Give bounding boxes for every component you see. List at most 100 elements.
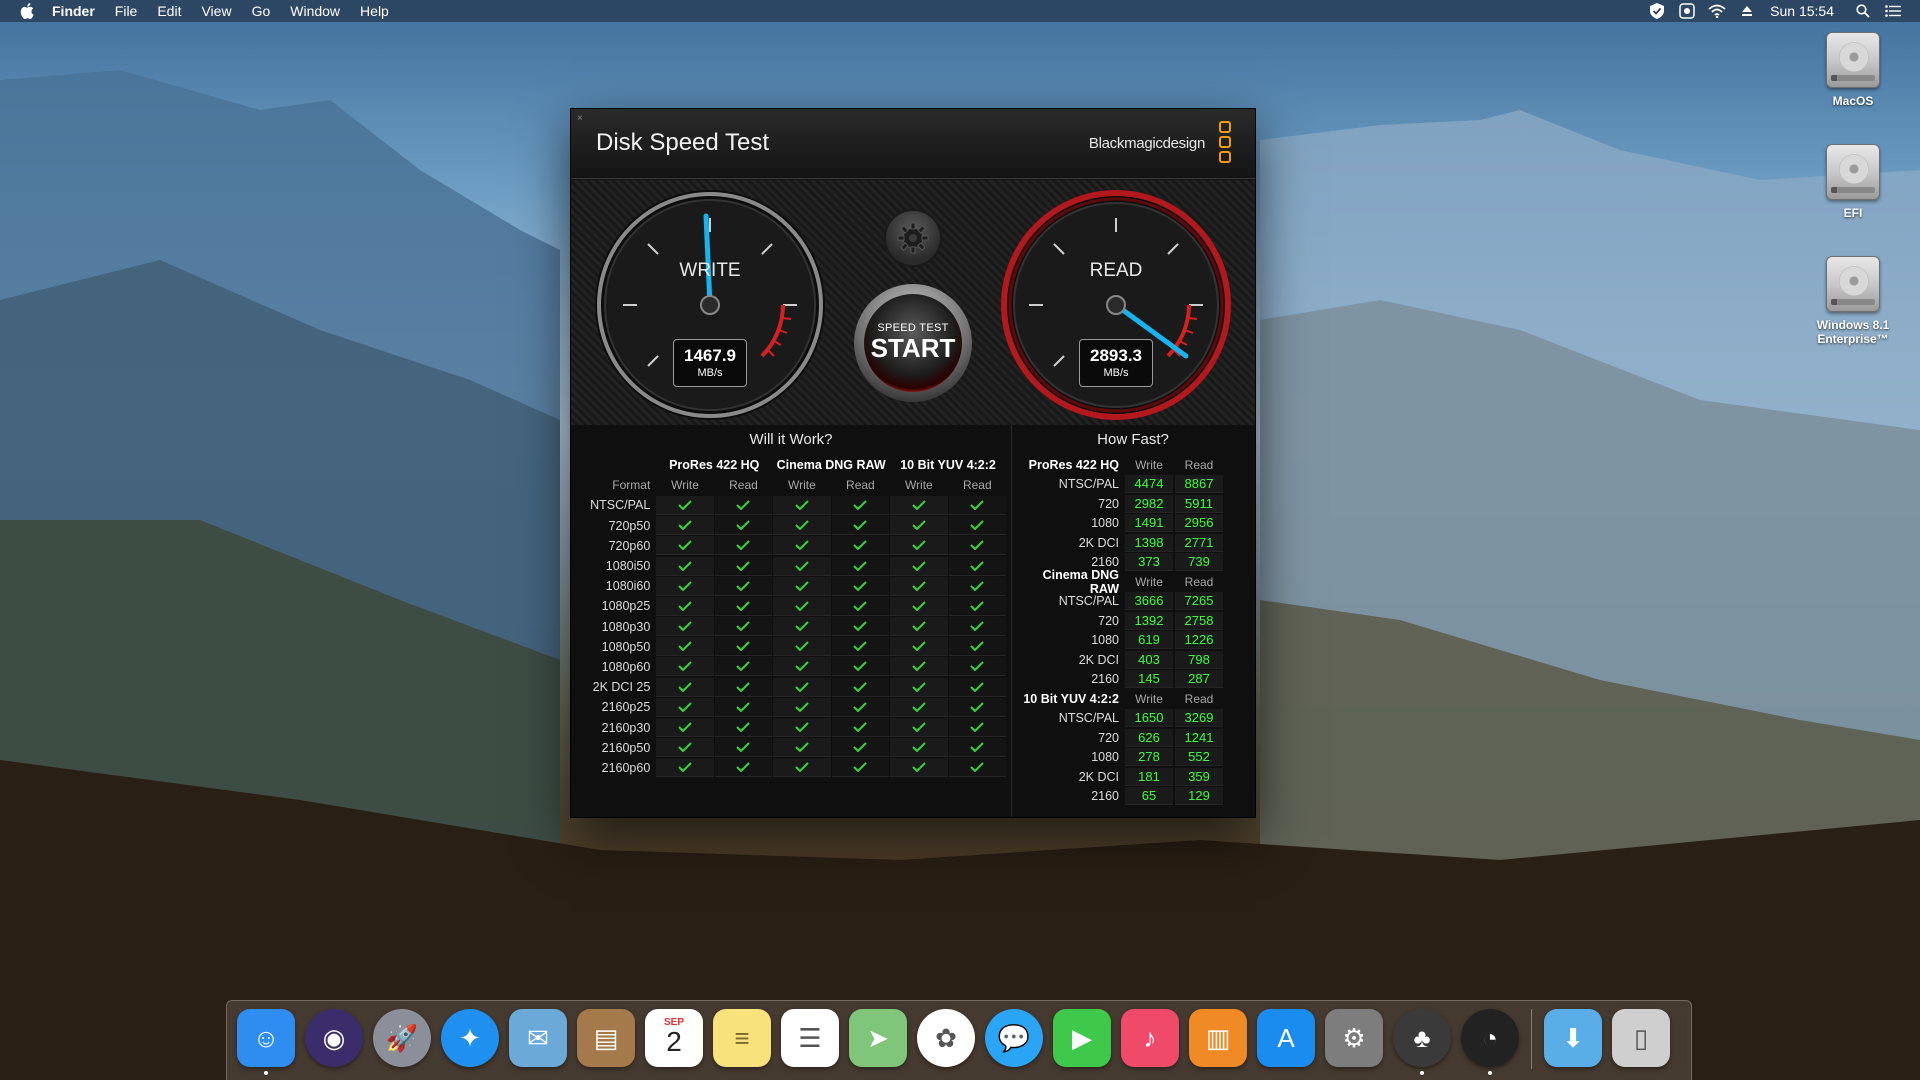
wifi-icon[interactable]	[1708, 2, 1726, 20]
blackmagic-logo-icon	[1219, 121, 1233, 167]
calendar-day: 2	[666, 1025, 682, 1057]
brand-name: Blackmagicdesign	[1088, 135, 1205, 152]
checkmark-icon	[678, 742, 692, 753]
desktop-drive-windows[interactable]: Windows 8.1 Enterprise™	[1798, 256, 1908, 346]
write-fps-value: 1491	[1125, 514, 1173, 533]
settings-button[interactable]	[884, 209, 942, 267]
menu-view[interactable]: View	[201, 3, 231, 19]
format-label: 1080p25	[601, 599, 651, 614]
read-column-header: Read	[962, 478, 992, 493]
menu-window[interactable]: Window	[290, 3, 340, 19]
clover-status-icon[interactable]	[1678, 2, 1696, 20]
reminders-icon: ☰	[798, 1022, 822, 1053]
close-icon[interactable]: ×	[577, 113, 583, 124]
read-fps-value: 739	[1175, 553, 1223, 572]
dock-app-store[interactable]: A	[1257, 1009, 1315, 1067]
checkmark-icon	[795, 601, 809, 611]
resolution-label: NTSC/PAL	[1058, 477, 1119, 492]
running-indicator	[1488, 1071, 1492, 1075]
table-row: 2K DCI 181 359	[1015, 767, 1251, 787]
checkmark-icon	[970, 621, 984, 632]
checkmark-icon	[912, 702, 926, 712]
checkmark-icon	[970, 762, 984, 773]
check-cell	[948, 697, 1007, 717]
dock-maps[interactable]: ➤	[849, 1009, 907, 1067]
dock-system-preferences[interactable]: ⚙	[1325, 1009, 1383, 1067]
dock-launchpad[interactable]: 🚀	[373, 1009, 431, 1067]
checkmark-icon	[912, 661, 926, 672]
check-cell	[831, 697, 890, 717]
checkmark-icon	[678, 702, 692, 712]
menu-file[interactable]: File	[115, 3, 138, 19]
spotlight-search-icon[interactable]	[1854, 2, 1872, 20]
desktop-drive-macos[interactable]: MacOS	[1798, 32, 1908, 108]
menu-help[interactable]: Help	[360, 3, 389, 19]
window-header[interactable]: × Disk Speed Test Blackmagicdesign	[571, 109, 1255, 179]
dock-facetime[interactable]: ▶	[1053, 1009, 1111, 1067]
safari-icon: ✦	[459, 1022, 481, 1053]
resolution-label: 720	[1098, 730, 1119, 745]
menu-app-name[interactable]: Finder	[52, 3, 95, 19]
dock-itunes[interactable]: ♪	[1121, 1009, 1179, 1067]
check-cell	[773, 637, 831, 657]
shield-icon[interactable]	[1648, 2, 1666, 20]
notification-center-icon[interactable]	[1884, 2, 1902, 20]
resolution-label: 720	[1098, 613, 1119, 628]
dock-disk-speed-test[interactable]: ◔	[1461, 1009, 1519, 1075]
dock-calendar[interactable]: SEP 2	[645, 1009, 703, 1067]
dock-mail[interactable]: ✉	[509, 1009, 567, 1067]
format-label: 1080i50	[605, 559, 651, 574]
check-cell	[831, 536, 890, 556]
dock-clover-configurator[interactable]: ♣	[1393, 1009, 1451, 1075]
check-cell	[656, 556, 714, 576]
eject-icon[interactable]	[1738, 2, 1756, 20]
dock-messages[interactable]: 💬	[985, 1009, 1043, 1067]
messages-icon: 💬	[997, 1022, 1031, 1053]
system-preferences-icon: ⚙	[1342, 1022, 1366, 1053]
read-column-header: Read	[846, 478, 875, 493]
dock-photos[interactable]: ✿	[917, 1009, 975, 1067]
checkmark-icon	[970, 681, 984, 692]
check-cell	[773, 677, 831, 697]
clover-configurator-icon: ♣	[1413, 1022, 1431, 1053]
read-column-header: Read	[1184, 457, 1214, 472]
dock-contacts[interactable]: ▤	[577, 1009, 635, 1067]
will-it-work-title: Will it Work?	[749, 431, 833, 448]
dock-notes[interactable]: ≡	[713, 1009, 771, 1067]
dock-trash[interactable]: ▯	[1612, 1009, 1670, 1067]
checkmark-icon	[795, 540, 809, 551]
check-cell	[773, 738, 831, 758]
checkmark-icon	[678, 500, 692, 510]
checkmark-icon	[853, 540, 868, 551]
will-it-work-rows: NTSC/PAL 720p50 720p60 1080i50 1080i60 1080p2…	[577, 495, 1007, 778]
menubar-clock[interactable]: Sun 15:54	[1770, 3, 1834, 19]
start-speed-test-button[interactable]: SPEED TEST START	[854, 284, 972, 402]
checkmark-icon	[912, 681, 926, 692]
check-cell	[890, 495, 948, 515]
check-cell	[890, 516, 948, 536]
checkmark-icon	[912, 641, 926, 652]
dock-ibooks[interactable]: ▥	[1189, 1009, 1247, 1067]
desktop-drive-efi[interactable]: EFI	[1798, 144, 1908, 220]
checkmark-icon	[912, 581, 926, 591]
check-cell	[773, 576, 831, 596]
check-cell	[714, 576, 773, 596]
dock-finder[interactable]: ☺	[237, 1009, 295, 1075]
read-gauge-label: READ	[1089, 260, 1143, 281]
check-cell	[948, 495, 1007, 515]
read-fps-value: 2758	[1175, 611, 1223, 630]
check-cell	[948, 556, 1007, 576]
menu-edit[interactable]: Edit	[157, 3, 181, 19]
check-cell	[773, 697, 831, 717]
table-row: 2K DCI 1398 2771	[1015, 533, 1251, 553]
read-fps-value: 5911	[1175, 494, 1223, 513]
dock-siri[interactable]: ◉	[305, 1009, 363, 1067]
check-cell	[948, 576, 1007, 596]
apple-menu-icon[interactable]	[20, 3, 38, 19]
dock-reminders[interactable]: ☰	[781, 1009, 839, 1067]
start-button-face: SPEED TEST START	[864, 294, 962, 392]
dock-downloads[interactable]: ⬇	[1544, 1009, 1602, 1067]
dock-safari[interactable]: ✦	[441, 1009, 499, 1067]
menu-go[interactable]: Go	[252, 3, 271, 19]
how-fast-group-header: ProRes 422 HQ Write Read	[1015, 455, 1251, 475]
